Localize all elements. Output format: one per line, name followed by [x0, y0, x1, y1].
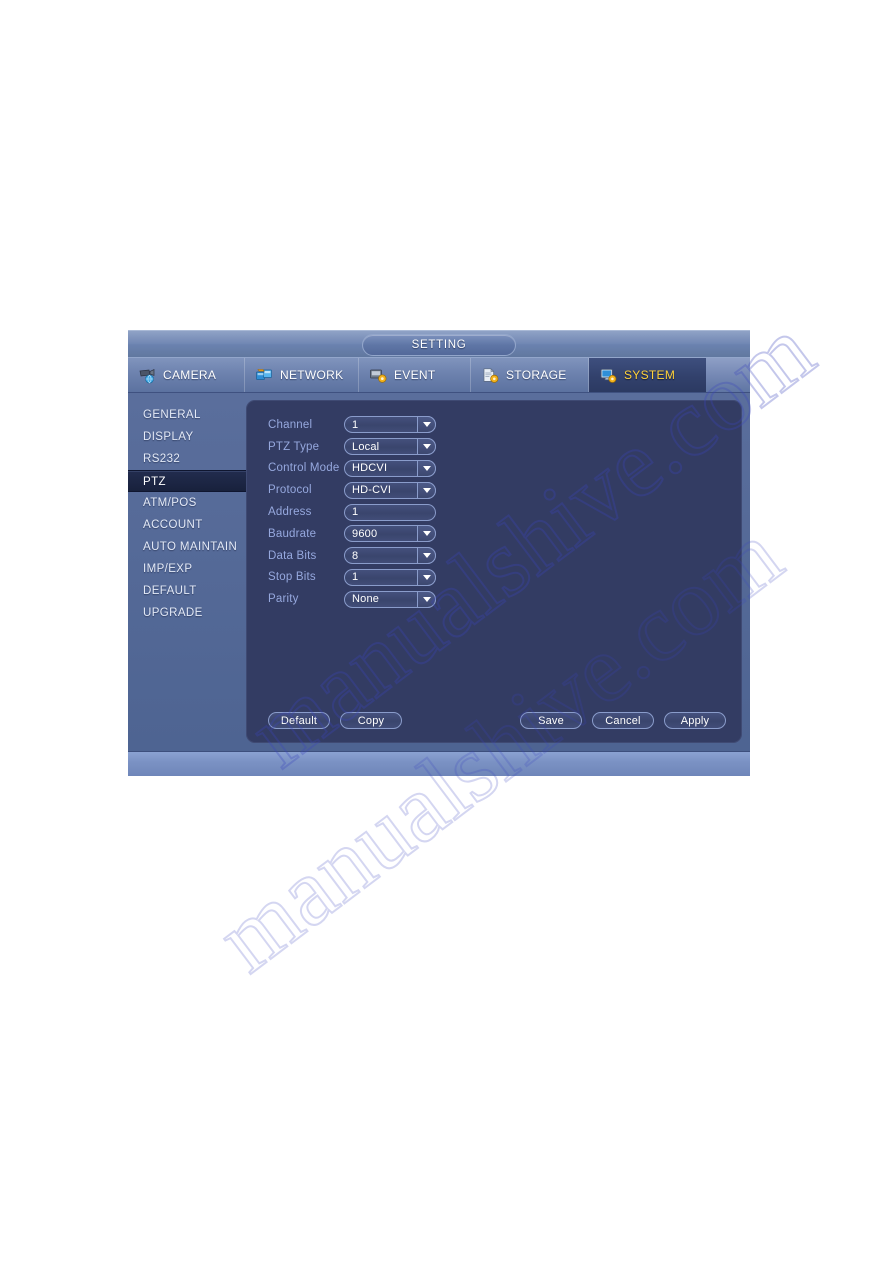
tab-network[interactable]: NETWORK	[245, 358, 359, 392]
data-bits-value: 8	[352, 549, 359, 562]
data-bits-label: Data Bits	[268, 549, 317, 562]
window-footer	[128, 751, 750, 776]
baudrate-label: Baudrate	[268, 527, 317, 540]
chevron-down-icon[interactable]	[417, 416, 436, 434]
setting-window: SETTING CAMERA NETWORK EVENT STORAGE SYS…	[128, 330, 750, 776]
address-input[interactable]: 1	[344, 503, 436, 521]
form-row-protocol: Protocol HD-CVI	[268, 479, 436, 501]
stop-bits-select[interactable]: 1	[344, 568, 436, 586]
form-row-data-bits: Data Bits 8	[268, 545, 436, 567]
apply-button[interactable]: Apply	[664, 712, 726, 729]
ptz-type-select[interactable]: Local	[344, 438, 436, 456]
ptz-type-label: PTZ Type	[268, 440, 320, 453]
parity-label: Parity	[268, 593, 299, 606]
sidebar-item-rs232[interactable]: RS232	[128, 448, 246, 470]
chevron-down-icon[interactable]	[417, 590, 436, 608]
panel-button-row: Default Copy Save Cancel Apply	[268, 712, 726, 729]
cancel-button[interactable]: Cancel	[592, 712, 654, 729]
chevron-down-icon[interactable]	[417, 438, 436, 456]
address-value: 1	[352, 506, 359, 519]
tab-network-label: NETWORK	[280, 368, 344, 382]
parity-select[interactable]: None	[344, 590, 436, 608]
chevron-down-icon[interactable]	[417, 481, 436, 499]
chevron-down-icon[interactable]	[417, 459, 436, 477]
protocol-select[interactable]: HD-CVI	[344, 481, 436, 499]
address-label: Address	[268, 506, 312, 519]
tab-storage[interactable]: STORAGE	[471, 358, 589, 392]
main-tabbar: CAMERA NETWORK EVENT STORAGE SYSTEM	[128, 357, 750, 393]
stop-bits-value: 1	[352, 571, 359, 584]
tab-event[interactable]: EVENT	[359, 358, 471, 392]
baudrate-value: 9600	[352, 527, 378, 540]
protocol-value: HD-CVI	[352, 484, 392, 497]
tab-camera[interactable]: CAMERA	[128, 358, 245, 392]
sidebar-item-general[interactable]: GENERAL	[128, 404, 246, 426]
channel-label: Channel	[268, 418, 313, 431]
sidebar-item-default[interactable]: DEFAULT	[128, 580, 246, 602]
baudrate-select[interactable]: 9600	[344, 525, 436, 543]
system-icon	[599, 367, 618, 384]
channel-select[interactable]: 1	[344, 416, 436, 434]
default-button[interactable]: Default	[268, 712, 330, 729]
chevron-down-icon[interactable]	[417, 547, 436, 565]
ptz-type-value: Local	[352, 440, 380, 453]
save-button[interactable]: Save	[520, 712, 582, 729]
window-titlebar: SETTING	[128, 330, 750, 357]
tab-system-label: SYSTEM	[624, 368, 676, 382]
chevron-down-icon[interactable]	[417, 568, 436, 586]
form-row-address: Address 1	[268, 501, 436, 523]
form-row-channel: Channel 1	[268, 414, 436, 436]
data-bits-select[interactable]: 8	[344, 547, 436, 565]
window-title: SETTING	[362, 334, 516, 356]
control-mode-value: HDCVI	[352, 462, 388, 475]
sidebar-item-upgrade[interactable]: UPGRADE	[128, 602, 246, 624]
sidebar-item-imp-exp[interactable]: IMP/EXP	[128, 558, 246, 580]
form-row-stop-bits: Stop Bits 1	[268, 567, 436, 589]
content-panel-wrap: Channel 1 PTZ Type Local Control Mode HD…	[246, 393, 750, 751]
form-row-ptz-type: PTZ Type Local	[268, 436, 436, 458]
sidebar-item-account[interactable]: ACCOUNT	[128, 514, 246, 536]
tab-camera-label: CAMERA	[163, 368, 217, 382]
tab-event-label: EVENT	[394, 368, 436, 382]
form-row-control-mode: Control Mode HDCVI	[268, 458, 436, 480]
copy-button[interactable]: Copy	[340, 712, 402, 729]
control-mode-select[interactable]: HDCVI	[344, 459, 436, 477]
sidebar-item-display[interactable]: DISPLAY	[128, 426, 246, 448]
tabbar-filler	[706, 358, 750, 392]
camera-icon	[138, 367, 157, 384]
event-icon	[369, 367, 388, 384]
settings-sidebar: GENERAL DISPLAY RS232 PTZ ATM/POS ACCOUN…	[128, 393, 246, 751]
tab-system[interactable]: SYSTEM	[589, 358, 706, 392]
storage-icon	[481, 367, 500, 384]
form-row-parity: Parity None	[268, 588, 436, 610]
tab-storage-label: STORAGE	[506, 368, 567, 382]
parity-value: None	[352, 593, 380, 606]
sidebar-item-atm-pos[interactable]: ATM/POS	[128, 492, 246, 514]
sidebar-item-ptz[interactable]: PTZ	[128, 470, 246, 492]
network-icon	[255, 367, 274, 384]
form-row-baudrate: Baudrate 9600	[268, 523, 436, 545]
channel-value: 1	[352, 418, 359, 431]
sidebar-item-auto-maintain[interactable]: AUTO MAINTAIN	[128, 536, 246, 558]
control-mode-label: Control Mode	[268, 462, 340, 475]
window-body: GENERAL DISPLAY RS232 PTZ ATM/POS ACCOUN…	[128, 393, 750, 751]
stop-bits-label: Stop Bits	[268, 571, 316, 584]
chevron-down-icon[interactable]	[417, 525, 436, 543]
protocol-label: Protocol	[268, 484, 312, 497]
ptz-settings-panel: Channel 1 PTZ Type Local Control Mode HD…	[246, 400, 742, 743]
ptz-form: Channel 1 PTZ Type Local Control Mode HD…	[268, 414, 436, 610]
